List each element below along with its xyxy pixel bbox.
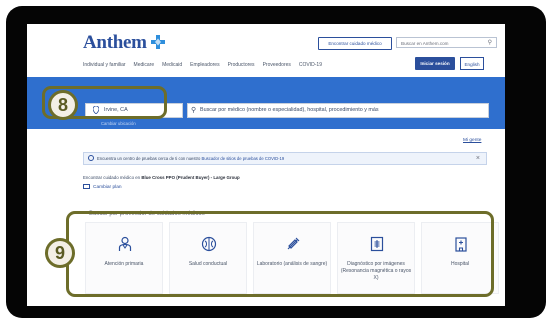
nav-item-providers[interactable]: Proveedores bbox=[263, 62, 291, 68]
nav-item-medicare[interactable]: Medicare bbox=[134, 62, 155, 68]
callout-badge-8: 8 bbox=[48, 90, 78, 120]
nav-item-individual[interactable]: Individual y familiar bbox=[83, 62, 126, 68]
plan-name: Blue Cross PPO (Prudent Buyer) - Large G… bbox=[141, 175, 240, 180]
plan-description: Encontrar cuidado médico en Blue Cross P… bbox=[83, 175, 240, 180]
change-plan-link[interactable]: Cambiar plan bbox=[83, 184, 122, 190]
blue-cross-logo-icon bbox=[151, 35, 165, 49]
nav-item-producers[interactable]: Productores bbox=[228, 62, 255, 68]
info-icon bbox=[88, 155, 94, 161]
plan-prefix: Encontrar cuidado médico en bbox=[83, 175, 141, 180]
site-search-input[interactable]: Buscar en Anthem.com ⚲ bbox=[396, 37, 497, 48]
provider-search-input[interactable]: ⚲ Buscar por médico (nombre o especialid… bbox=[187, 103, 489, 118]
callout-badge-9: 9 bbox=[45, 238, 75, 268]
nav-item-employers[interactable]: Empleadores bbox=[190, 62, 219, 68]
site-search-placeholder: Buscar en Anthem.com bbox=[401, 41, 449, 46]
search-icon: ⚲ bbox=[191, 107, 197, 114]
covid-alert: Encuentra un centro de pruebas cerca de … bbox=[83, 152, 487, 165]
card-icon bbox=[83, 184, 90, 189]
main-nav: Individual y familiar Medicare Medicaid … bbox=[83, 62, 322, 68]
search-icon[interactable]: ⚲ bbox=[488, 38, 492, 49]
change-location-link[interactable]: Cambiar ubicación bbox=[101, 121, 136, 126]
language-button[interactable]: English bbox=[460, 57, 484, 70]
login-button[interactable]: Iniciar sesión bbox=[415, 57, 455, 70]
find-care-button[interactable]: Encontrar cuidado médico bbox=[318, 37, 392, 50]
help-link[interactable]: Mi gente bbox=[463, 138, 481, 143]
callout-box-categories bbox=[66, 211, 494, 297]
nav-item-covid[interactable]: COVID-19 bbox=[299, 62, 322, 68]
alert-text: Encuentra un centro de pruebas cerca de … bbox=[97, 156, 201, 161]
provider-search-placeholder: Buscar por médico (nombre o especialidad… bbox=[200, 107, 379, 113]
covid-testing-link[interactable]: Buscador de sitios de pruebas de COVID-1… bbox=[202, 156, 285, 161]
anthem-logo[interactable]: Anthem bbox=[83, 32, 147, 54]
nav-item-medicaid[interactable]: Medicaid bbox=[162, 62, 182, 68]
close-icon[interactable]: × bbox=[476, 153, 480, 164]
change-plan-label: Cambiar plan bbox=[93, 184, 122, 190]
